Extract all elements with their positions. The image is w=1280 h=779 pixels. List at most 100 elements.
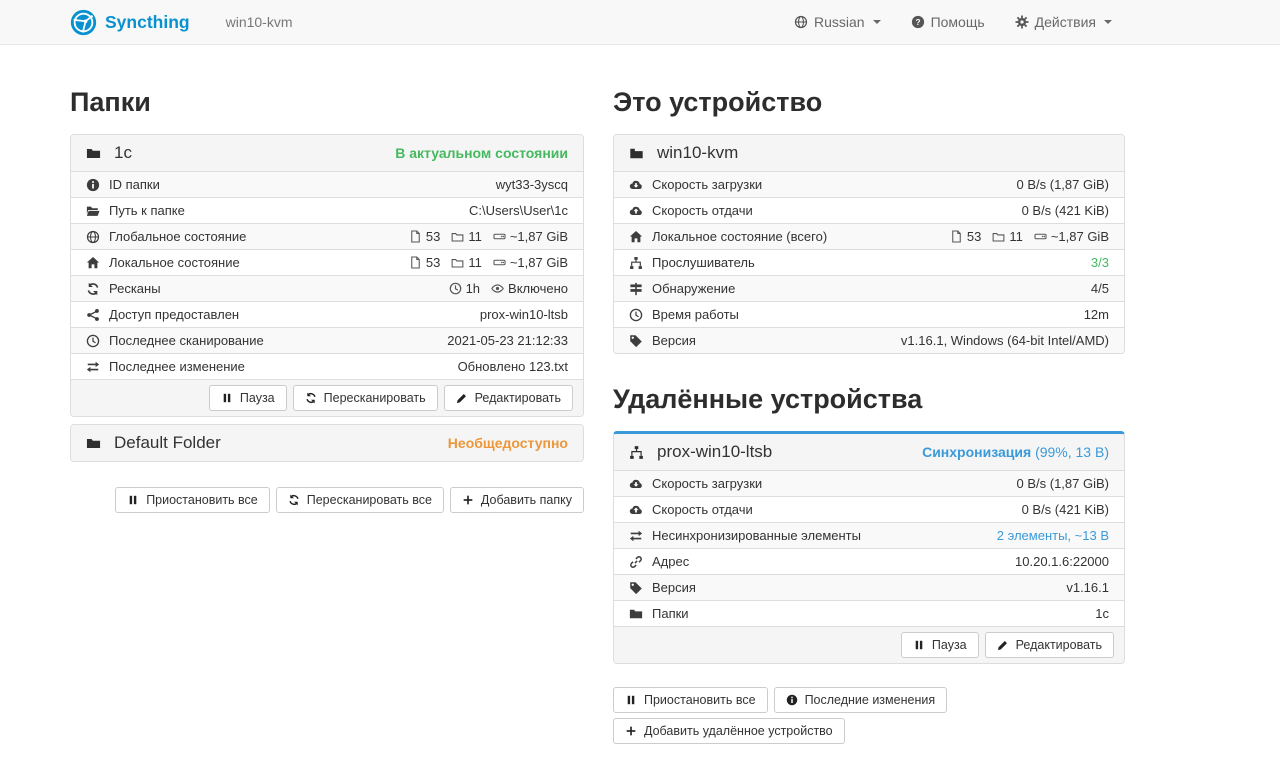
device-row-uptime: Время работы 12m xyxy=(614,301,1124,327)
remote-device-header[interactable]: prox-win10-ltsb Синхронизация (99%, 13 B… xyxy=(614,434,1124,470)
info-circle-icon xyxy=(786,694,798,706)
row-value: 2021-05-23 21:12:33 xyxy=(447,333,568,348)
actions-menu[interactable]: Действия xyxy=(1015,14,1112,30)
eye-icon xyxy=(491,282,504,295)
folder-icon xyxy=(86,436,101,451)
button-label: Последние изменения xyxy=(805,693,936,707)
tag-icon xyxy=(629,334,643,348)
folder-open-icon xyxy=(86,204,100,218)
row-label: Адрес xyxy=(652,554,689,569)
remote-devices-actions: Приостановить все Последние изменения До… xyxy=(613,687,1125,744)
folder-row-rescans: Ресканы 1h Включено xyxy=(71,275,583,301)
row-value: 0 B/s (421 KiB) xyxy=(1022,502,1109,517)
folder-icon xyxy=(992,230,1005,243)
row-label: Версия xyxy=(652,333,696,348)
actions-menu-label: Действия xyxy=(1035,14,1096,30)
row-value: 53 11 ~1,87 GiB xyxy=(409,255,568,270)
pause-icon xyxy=(625,694,637,706)
watch-status: Включено xyxy=(508,281,568,296)
pause-all-devices-button[interactable]: Приостановить все xyxy=(613,687,768,713)
remote-row-address: Адрес 10.20.1.6:22000 xyxy=(614,548,1124,574)
row-label: Последнее сканирование xyxy=(109,333,264,348)
row-value: 12m xyxy=(1084,307,1109,322)
status-word: Синхронизация xyxy=(922,444,1031,460)
row-label: Скорость отдачи xyxy=(652,502,753,517)
sitemap-icon xyxy=(629,445,644,460)
syncthing-brand[interactable]: Syncthing xyxy=(70,9,190,36)
row-value: 53 11 ~1,87 GiB xyxy=(950,229,1109,244)
folder-icon xyxy=(86,146,101,161)
plus-icon xyxy=(462,494,474,506)
exchange-icon xyxy=(629,529,643,543)
clock-icon xyxy=(629,308,643,322)
rescan-all-button[interactable]: Пересканировать все xyxy=(276,487,444,513)
row-label: Путь к папке xyxy=(109,203,185,218)
recent-changes-button[interactable]: Последние изменения xyxy=(774,687,948,713)
row-value: 1c xyxy=(1095,606,1109,621)
add-remote-device-button[interactable]: Добавить удалённое устройство xyxy=(613,718,845,744)
folder-header-default[interactable]: Default Folder Необщедоступно xyxy=(71,425,583,461)
pencil-icon xyxy=(997,639,1009,651)
device-row-version: Версия v1.16.1, Windows (64-bit Intel/AM… xyxy=(614,327,1124,353)
pause-icon xyxy=(221,392,233,404)
device-icon xyxy=(629,146,644,161)
folder-rescan-button[interactable]: Пересканировать xyxy=(293,385,438,411)
help-menu[interactable]: Помощь xyxy=(911,14,985,30)
device-row-listeners: Прослушиватель 3/3 xyxy=(614,249,1124,275)
help-menu-label: Помощь xyxy=(931,14,985,30)
hdd-icon xyxy=(1034,230,1047,243)
size-value: ~1,87 GiB xyxy=(1051,229,1109,244)
question-circle-icon xyxy=(911,15,925,29)
cloud-upload-icon xyxy=(629,503,643,517)
folder-panel-default: Default Folder Необщедоступно xyxy=(70,424,584,462)
files-count: 53 xyxy=(426,229,440,244)
button-label: Приостановить все xyxy=(644,693,756,707)
add-folder-button[interactable]: Добавить папку xyxy=(450,487,584,513)
signpost-icon xyxy=(629,282,643,296)
refresh-icon xyxy=(288,494,300,506)
folder-icon xyxy=(451,256,464,269)
row-label: ID папки xyxy=(109,177,160,192)
device-name: win10-kvm xyxy=(657,143,738,163)
remote-device-name: prox-win10-ltsb xyxy=(657,442,772,462)
language-menu-label: Russian xyxy=(814,14,865,30)
folder-row-local-state: Локальное состояние 53 11 ~1,87 GiB xyxy=(71,249,583,275)
button-label: Пауза xyxy=(240,391,275,405)
file-icon xyxy=(950,230,963,243)
cloud-upload-icon xyxy=(629,204,643,218)
rescan-interval: 1h xyxy=(466,281,480,296)
button-label: Приостановить все xyxy=(146,493,258,507)
remote-row-folders: Папки 1c xyxy=(614,600,1124,626)
row-value: 0 B/s (1,87 GiB) xyxy=(1017,177,1109,192)
pause-all-folders-button[interactable]: Приостановить все xyxy=(115,487,270,513)
row-label: Доступ предоставлен xyxy=(109,307,239,322)
row-label: Локальное состояние xyxy=(109,255,240,270)
folder-row-shared-with: Доступ предоставлен prox-win10-ltsb xyxy=(71,301,583,327)
folder-footer: Пауза Пересканировать Редактировать xyxy=(71,379,583,416)
row-label: Обнаружение xyxy=(652,281,735,296)
clock-icon xyxy=(449,282,462,295)
brand-name: Syncthing xyxy=(105,12,190,33)
remote-edit-button[interactable]: Редактировать xyxy=(985,632,1114,658)
row-value: 1h Включено xyxy=(449,281,568,296)
globe-icon xyxy=(794,15,808,29)
size-value: ~1,87 GiB xyxy=(510,255,568,270)
folder-row-id: ID папки wyt33-3yscq xyxy=(71,171,583,197)
cloud-download-icon xyxy=(629,477,643,491)
pencil-icon xyxy=(456,392,468,404)
row-value: wyt33-3yscq xyxy=(496,177,568,192)
remote-device-status: Синхронизация (99%, 13 B) xyxy=(922,444,1109,460)
remote-pause-button[interactable]: Пауза xyxy=(901,632,979,658)
folder-edit-button[interactable]: Редактировать xyxy=(444,385,573,411)
refresh-icon xyxy=(86,282,100,296)
row-label: Глобальное состояние xyxy=(109,229,246,244)
refresh-icon xyxy=(305,392,317,404)
home-icon xyxy=(629,230,643,244)
out-of-sync-link[interactable]: 2 элементы, ~13 B xyxy=(997,528,1109,543)
language-menu[interactable]: Russian xyxy=(794,14,881,30)
pause-icon xyxy=(127,494,139,506)
globe-icon xyxy=(86,230,100,244)
this-device-header[interactable]: win10-kvm xyxy=(614,135,1124,171)
folder-header-1c[interactable]: 1c В актуальном состоянии xyxy=(71,135,583,171)
folder-pause-button[interactable]: Пауза xyxy=(209,385,287,411)
